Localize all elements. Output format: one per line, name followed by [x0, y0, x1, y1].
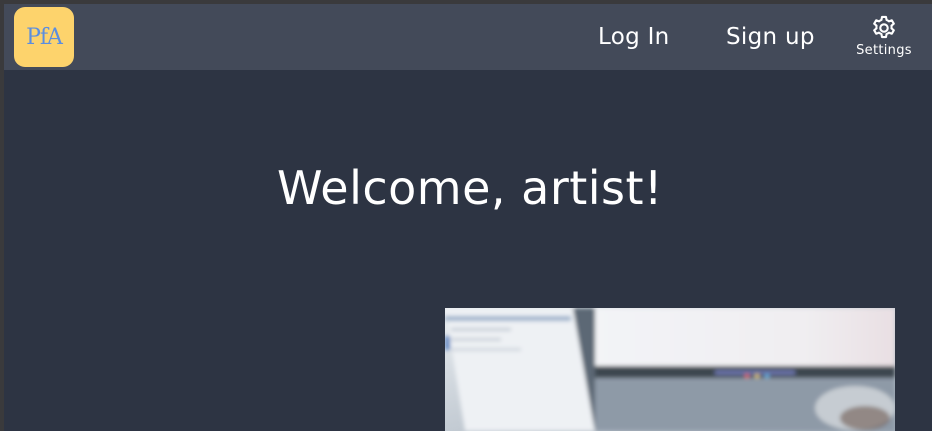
login-link[interactable]: Log In: [598, 23, 670, 51]
signup-link[interactable]: Sign up: [726, 23, 815, 51]
welcome-heading: Welcome, artist!: [276, 161, 664, 215]
settings-button[interactable]: Settings: [856, 14, 912, 64]
top-navbar: PfA Log In Sign up Settings: [4, 4, 932, 70]
logo-text: PfA: [26, 24, 63, 50]
app-window: PfA Log In Sign up Settings Welcome, art…: [4, 4, 932, 431]
app-logo[interactable]: PfA: [14, 7, 74, 67]
hero-photo: [445, 308, 895, 431]
gear-icon: [873, 15, 895, 39]
hero-image: [445, 308, 895, 431]
settings-label: Settings: [856, 43, 912, 58]
